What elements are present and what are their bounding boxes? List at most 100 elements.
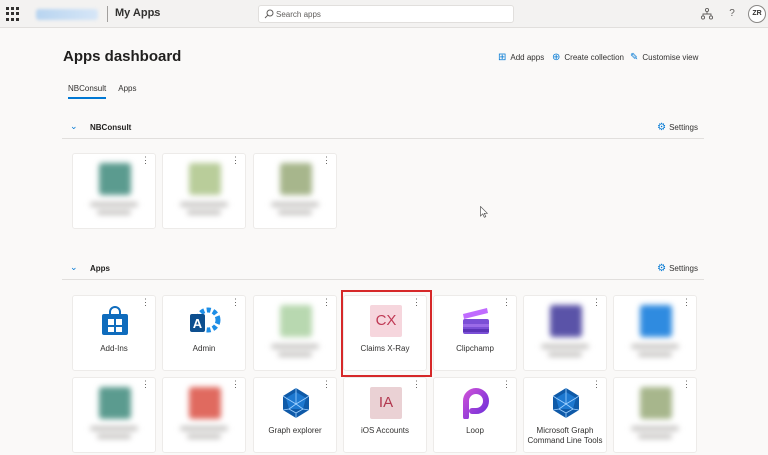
gear-icon: ⚙ xyxy=(657,263,667,274)
avatar[interactable]: ZR xyxy=(748,5,766,23)
app-tile-label xyxy=(166,202,242,215)
tab-bar: NBConsult Apps xyxy=(68,84,148,99)
app-tile[interactable]: ⋮ Add-Ins xyxy=(72,295,156,371)
more-options-icon[interactable]: ⋮ xyxy=(682,379,691,390)
add-apps-button[interactable]: ⊞ Add apps xyxy=(498,52,544,63)
app-tile-label: Loop xyxy=(466,426,484,435)
org-chart-icon[interactable] xyxy=(700,7,714,21)
add-apps-icon: ⊞ xyxy=(498,52,507,63)
create-collection-button[interactable]: ⊕ Create collection xyxy=(552,52,624,63)
app-tile-label: Add-Ins xyxy=(100,344,128,353)
settings-button[interactable]: ⚙ Settings xyxy=(657,122,698,133)
more-options-icon[interactable]: ⋮ xyxy=(231,155,240,166)
app-icon xyxy=(189,387,221,419)
more-options-icon[interactable]: ⋮ xyxy=(502,297,511,308)
app-tile-label xyxy=(76,426,152,439)
app-initials-icon: IA xyxy=(370,387,402,419)
divider xyxy=(107,6,108,22)
tenant-logo[interactable] xyxy=(36,9,98,20)
app-tile-label xyxy=(527,344,603,357)
app-tile[interactable]: ⋮ xyxy=(523,295,607,371)
tab-apps[interactable]: Apps xyxy=(118,84,136,99)
app-tile-label: iOS Accounts xyxy=(360,426,410,435)
svg-text:A: A xyxy=(193,316,203,331)
app-tile-label: Graph explorer xyxy=(268,426,322,435)
app-icon xyxy=(99,387,131,419)
app-tile-label xyxy=(166,426,242,439)
app-tile[interactable]: ⋮ IA iOS Accounts xyxy=(343,377,427,453)
app-icon xyxy=(99,163,131,195)
more-options-icon[interactable]: ⋮ xyxy=(412,379,421,390)
collapse-chevron-icon[interactable]: ⌄ xyxy=(70,121,78,132)
app-tile[interactable]: ⋮ Graph explorer xyxy=(253,377,337,453)
app-tile[interactable]: ⋮ Clipchamp xyxy=(433,295,517,371)
app-tile-label xyxy=(257,202,333,215)
app-tile[interactable]: ⋮ xyxy=(72,153,156,229)
customise-view-button[interactable]: ✎ Customise view xyxy=(630,52,698,63)
more-options-icon[interactable]: ⋮ xyxy=(592,379,601,390)
top-bar: My Apps ⌄ ? ZR xyxy=(0,0,768,28)
search-box[interactable] xyxy=(258,5,514,23)
app-tile[interactable]: ⋮ xyxy=(613,295,697,371)
more-options-icon[interactable]: ⋮ xyxy=(231,379,240,390)
more-options-icon[interactable]: ⋮ xyxy=(141,155,150,166)
create-collection-label: Create collection xyxy=(564,53,624,62)
settings-label: Settings xyxy=(669,123,698,132)
page-title: Apps dashboard xyxy=(63,48,182,65)
more-options-icon[interactable]: ⋮ xyxy=(502,379,511,390)
brush-icon: ✎ xyxy=(630,52,639,63)
more-options-icon[interactable]: ⋮ xyxy=(231,297,240,308)
help-icon[interactable]: ? xyxy=(725,7,739,21)
customise-view-label: Customise view xyxy=(642,53,699,62)
loop-icon xyxy=(460,387,492,420)
app-tile[interactable]: ⋮ A Admin xyxy=(162,295,246,371)
settings-button[interactable]: ⚙ Settings xyxy=(657,263,698,274)
tab-nbconsult[interactable]: NBConsult xyxy=(68,84,107,99)
store-bag-icon xyxy=(99,305,131,337)
more-options-icon[interactable]: ⋮ xyxy=(141,379,150,390)
section-title: NBConsult xyxy=(90,123,132,132)
app-icon xyxy=(640,387,672,419)
app-tile[interactable]: ⋮ Loop xyxy=(433,377,517,453)
clipchamp-icon xyxy=(460,305,492,337)
app-initials: IA xyxy=(370,387,402,419)
add-circle-icon: ⊕ xyxy=(552,52,561,63)
app-launcher-icon[interactable] xyxy=(6,7,20,21)
app-tile-label: Clipchamp xyxy=(456,344,494,353)
app-icon xyxy=(550,305,582,337)
more-options-icon[interactable]: ⋮ xyxy=(322,297,331,308)
section-header-apps: ⌄ Apps ⚙ Settings xyxy=(62,260,704,280)
more-options-icon[interactable]: ⋮ xyxy=(682,297,691,308)
search-input[interactable] xyxy=(276,8,506,21)
add-apps-label: Add apps xyxy=(510,53,545,62)
app-tile-label: Admin xyxy=(192,344,216,353)
app-tile[interactable]: ⋮ xyxy=(613,377,697,453)
app-tile-label xyxy=(617,344,693,357)
app-icon xyxy=(640,305,672,337)
app-tile-label xyxy=(257,344,333,357)
settings-label: Settings xyxy=(669,264,698,273)
chevron-down-icon[interactable]: ⌄ xyxy=(151,8,159,19)
app-tile[interactable]: ⋮ Microsoft Graph Command Line Tools xyxy=(523,377,607,453)
more-options-icon[interactable]: ⋮ xyxy=(592,297,601,308)
app-tile[interactable]: ⋮ xyxy=(72,377,156,453)
app-tile[interactable]: ⋮ xyxy=(253,295,337,371)
more-options-icon[interactable]: ⋮ xyxy=(141,297,150,308)
admin-gear-icon: A xyxy=(189,305,221,337)
gear-icon: ⚙ xyxy=(657,122,667,133)
app-tile[interactable]: ⋮ xyxy=(253,153,337,229)
mouse-cursor-icon xyxy=(480,206,488,218)
collapse-chevron-icon[interactable]: ⌄ xyxy=(70,262,78,273)
section-header-nbconsult: ⌄ NBConsult ⚙ Settings xyxy=(62,119,704,139)
app-tile-label xyxy=(617,426,693,439)
app-tile[interactable]: ⋮ xyxy=(162,153,246,229)
app-tile[interactable]: ⋮ xyxy=(162,377,246,453)
more-options-icon[interactable]: ⋮ xyxy=(322,155,331,166)
selection-highlight xyxy=(341,290,432,377)
more-options-icon[interactable]: ⋮ xyxy=(322,379,331,390)
app-icon xyxy=(280,163,312,195)
graph-polyhedron-icon xyxy=(550,387,582,419)
app-icon xyxy=(280,305,312,337)
app-tile-label xyxy=(76,202,152,215)
graph-polyhedron-icon xyxy=(280,387,312,419)
